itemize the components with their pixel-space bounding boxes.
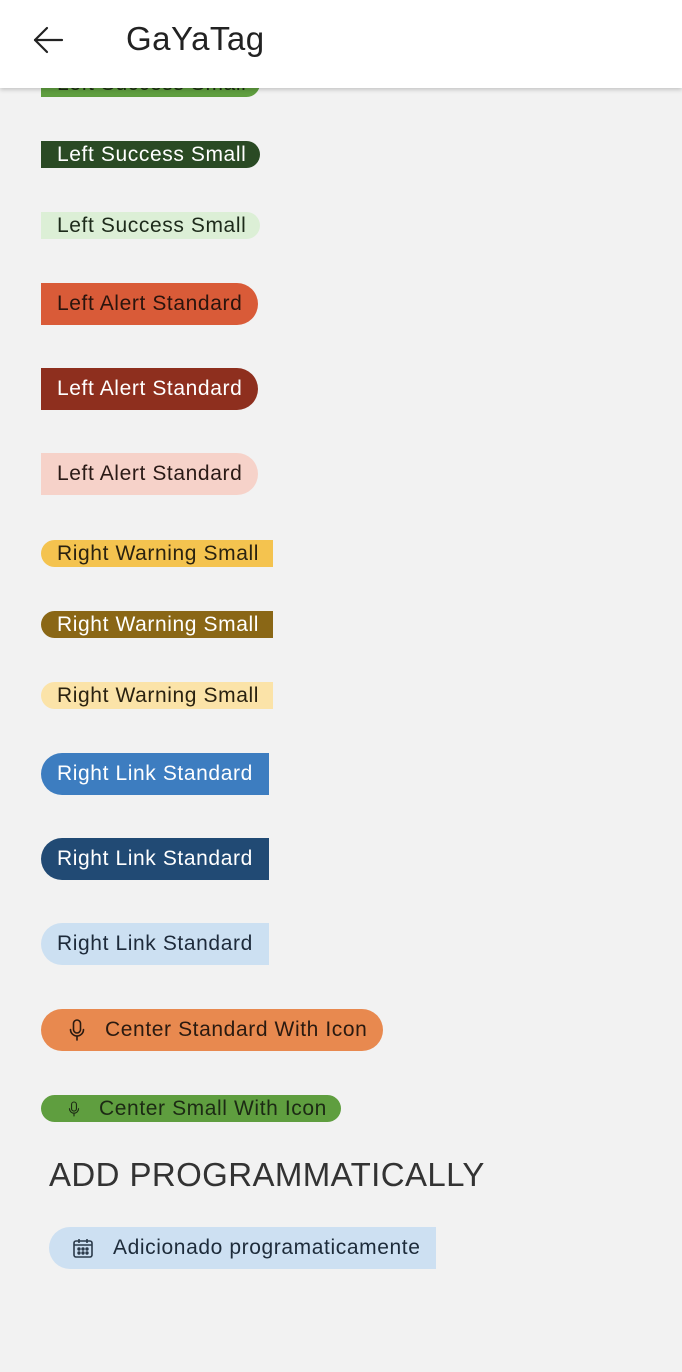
- tag-right-warning-small[interactable]: Right Warning Small: [41, 682, 274, 709]
- tag-label: Right Warning Small: [57, 612, 260, 636]
- back-button[interactable]: [24, 18, 72, 62]
- tag-right-link-standard[interactable]: Right Link Standard: [41, 923, 269, 965]
- tag-right-warning-small[interactable]: Right Warning Small: [41, 540, 274, 567]
- programmatic-tag[interactable]: Adicionado programaticamente: [49, 1227, 437, 1269]
- microphone-icon: [67, 1018, 87, 1042]
- section-title: ADD PROGRAMMATICALLY: [49, 1156, 485, 1193]
- tag-left-alert-standard[interactable]: Left Alert Standard: [41, 368, 259, 410]
- tag-center-standard-with-icon[interactable]: Center Standard With Icon: [41, 1009, 384, 1051]
- page-title: GaYaTag: [126, 20, 265, 57]
- tag-label: Right Link Standard: [57, 762, 253, 785]
- tag-left-alert-standard[interactable]: Left Alert Standard: [41, 283, 259, 325]
- tag-label: Left Alert Standard: [57, 377, 243, 400]
- tag-label: Center Standard With Icon: [105, 1018, 368, 1041]
- tag-label: Left Alert Standard: [57, 462, 243, 485]
- tag-label: Right Link Standard: [57, 847, 253, 870]
- tag-label: Right Warning Small: [57, 683, 260, 707]
- tag-left-success-small[interactable]: Left Success Small: [41, 141, 261, 168]
- tag-label: Right Warning Small: [57, 541, 260, 565]
- arrow-left-icon: [33, 26, 64, 54]
- calendar-icon: [71, 1236, 95, 1260]
- tag-center-small-with-icon[interactable]: Center Small With Icon: [41, 1095, 341, 1122]
- tag-right-link-standard[interactable]: Right Link Standard: [41, 753, 269, 795]
- app-bar: GaYaTag: [0, 0, 682, 88]
- tag-label: Left Success Small: [57, 142, 247, 166]
- tag-label: Right Link Standard: [57, 932, 253, 955]
- programmatic-tag-label: Adicionado programaticamente: [113, 1236, 421, 1259]
- tag-label: Left Success Small: [57, 213, 247, 237]
- tag-label: Left Alert Standard: [57, 292, 243, 315]
- tag-left-alert-standard[interactable]: Left Alert Standard: [41, 453, 259, 495]
- tag-left-success-small[interactable]: Left Success Small: [41, 212, 261, 239]
- tag-right-link-standard[interactable]: Right Link Standard: [41, 838, 269, 880]
- tag-right-warning-small[interactable]: Right Warning Small: [41, 611, 274, 638]
- tag-label: Center Small With Icon: [99, 1096, 327, 1120]
- microphone-icon: [67, 1100, 81, 1118]
